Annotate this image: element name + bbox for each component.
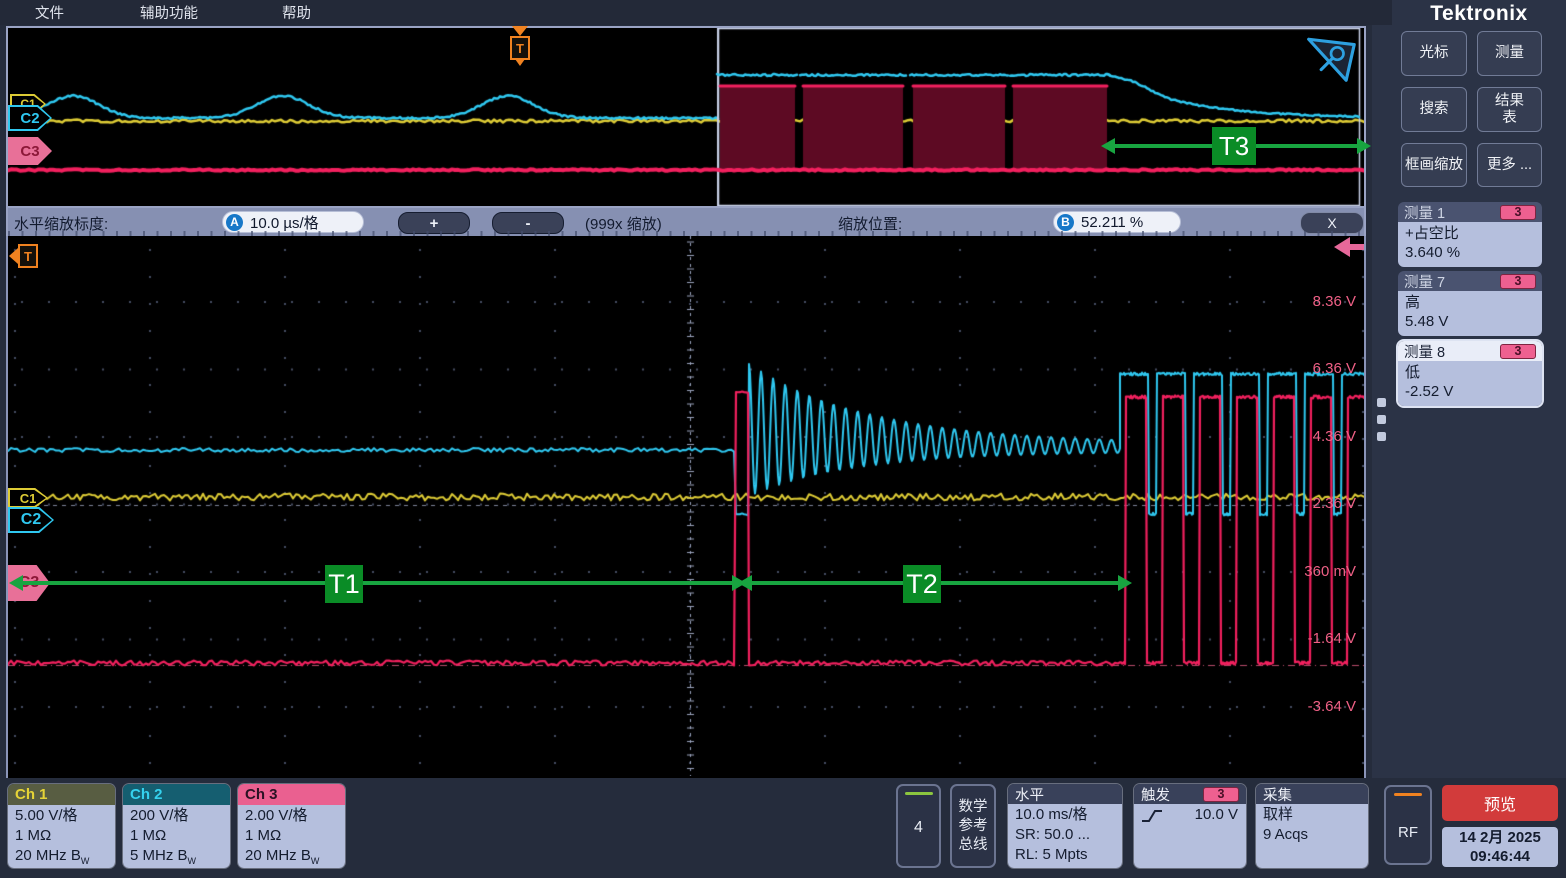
menu-help[interactable]: 帮助 xyxy=(282,2,311,23)
voltage-axis-label: -3.64 V xyxy=(1308,698,1356,716)
voltage-axis-label: -1.64 V xyxy=(1308,630,1356,648)
drag-dot-icon xyxy=(1377,415,1386,424)
close-zoom-button[interactable]: X xyxy=(1300,212,1364,234)
overview-waveform-canvas xyxy=(8,28,1364,206)
knob-a-icon: A xyxy=(226,214,243,231)
menu-file[interactable]: 文件 xyxy=(35,2,64,23)
main-waveform-canvas xyxy=(8,236,1364,776)
rf-accent-line xyxy=(1394,793,1422,796)
ch3-bandwidth: 20 MHz BW xyxy=(245,846,345,868)
acquisition-badge[interactable]: 采集 取样 9 Acqs xyxy=(1256,784,1368,868)
zoom-scale-knob-a[interactable]: A 10.0 µs/格 xyxy=(222,211,364,233)
measurement-badge-7[interactable]: 测量 7 3 高 5.48 V xyxy=(1398,271,1542,336)
measure-button[interactable]: 测量 xyxy=(1477,31,1542,76)
zoom-position-label: 缩放位置: xyxy=(838,213,902,234)
t2-annotation-label: T2 xyxy=(903,565,941,603)
measurement-badge-8[interactable]: 测量 8 3 低 -2.52 V xyxy=(1398,341,1542,406)
ch1-scale: 5.00 V/格 xyxy=(15,806,115,826)
preview-button[interactable]: 预览 xyxy=(1442,785,1558,821)
digital-accent-line xyxy=(905,792,933,795)
voltage-axis-label: 360 mV xyxy=(1304,563,1356,581)
ch1-impedance: 1 MΩ xyxy=(15,826,115,846)
trigger-indicator-arrow-icon xyxy=(9,248,18,264)
measurement-value: -2.52 V xyxy=(1405,382,1535,401)
measurement-name: 低 xyxy=(1405,363,1535,382)
channel-3-badge[interactable]: Ch 3 2.00 V/格 1 MΩ 20 MHz BW xyxy=(238,784,345,868)
measurement-value: 3.640 % xyxy=(1405,243,1535,262)
measurement-badge-1[interactable]: 测量 1 3 +占空比 3.640 % xyxy=(1398,202,1542,267)
drag-dot-icon xyxy=(1377,432,1386,441)
menu-bar: 文件 辅助功能 帮助 xyxy=(0,0,1566,25)
zoom-scale-label: 水平缩放标度: xyxy=(14,213,108,234)
zoom-factor-text: (999x 缩放) xyxy=(585,213,662,234)
datetime-display: 14 2月 2025 09:46:44 xyxy=(1442,827,1558,867)
acquisition-mode: 取样 xyxy=(1263,805,1368,825)
horizontal-badge[interactable]: 水平 10.0 ms/格 SR: 50.0 ... RL: 5 Mpts xyxy=(1008,784,1122,868)
zoom-in-button[interactable]: + xyxy=(398,212,470,234)
trigger-source-chip: 3 xyxy=(1203,787,1239,802)
results-table-button[interactable]: 结果表 xyxy=(1477,87,1542,132)
trigger-marker-tail-icon xyxy=(515,59,525,66)
voltage-axis-label: 8.36 V xyxy=(1313,293,1356,311)
rising-edge-icon xyxy=(1141,808,1163,824)
t1-arrow xyxy=(22,581,733,585)
zoom-window-edge-marker[interactable] xyxy=(1334,237,1364,257)
record-length: RL: 5 Mpts xyxy=(1015,845,1122,865)
zoom-position-value: 52.211 % xyxy=(1081,214,1143,231)
trigger-position-marker[interactable]: T xyxy=(510,26,530,66)
ch3-scale: 2.00 V/格 xyxy=(245,806,345,826)
horizontal-scale: 10.0 ms/格 xyxy=(1015,805,1122,825)
voltage-axis-label: 2.36 V xyxy=(1313,495,1356,513)
sample-rate: SR: 50.0 ... xyxy=(1015,825,1122,845)
knob-b-icon: B xyxy=(1057,214,1074,231)
ch1-bandwidth: 20 MHz BW xyxy=(15,846,115,868)
digital-channel-button[interactable]: 4 xyxy=(896,784,941,868)
main-graticule: T C1 C2 C3 8.36 V 6.36 V 4.36 V 2.36 V 3… xyxy=(6,236,1366,778)
zoom-overview-icon[interactable] xyxy=(1304,33,1358,83)
acquisition-count: 9 Acqs xyxy=(1263,825,1368,845)
ch3-impedance: 1 MΩ xyxy=(245,826,345,846)
channel-1-badge[interactable]: Ch 1 5.00 V/格 1 MΩ 20 MHz BW xyxy=(8,784,115,868)
ch2-scale: 200 V/格 xyxy=(130,806,230,826)
trigger-indicator-marker[interactable]: T xyxy=(9,244,38,268)
oscilloscope-app: 文件 辅助功能 帮助 C1 C2 C3 T T3 水平缩放标度: xyxy=(0,0,1566,878)
trigger-level: 10.0 V xyxy=(1195,805,1238,825)
ch2-impedance: 1 MΩ xyxy=(130,826,230,846)
brand-logo: Tektronix xyxy=(1392,2,1566,26)
voltage-axis-label: 6.36 V xyxy=(1313,360,1356,378)
time-text: 09:46:44 xyxy=(1470,847,1530,866)
trigger-marker-arrow-icon xyxy=(512,26,528,36)
channel-2-badge[interactable]: Ch 2 200 V/格 1 MΩ 5 MHz BW xyxy=(123,784,230,868)
zoom-control-bar: 水平缩放标度: A 10.0 µs/格 + - (999x 缩放) 缩放位置: … xyxy=(6,208,1366,236)
draw-a-box-button[interactable]: 框画缩放 xyxy=(1401,143,1467,187)
trigger-badge[interactable]: 触发 3 10.0 V xyxy=(1134,784,1246,868)
source-chip: 3 xyxy=(1500,274,1536,289)
more-button[interactable]: 更多 ... xyxy=(1477,143,1542,187)
menu-utility[interactable]: 辅助功能 xyxy=(140,2,198,23)
t1-annotation-label: T1 xyxy=(325,565,363,603)
zoom-out-button[interactable]: - xyxy=(492,212,564,234)
voltage-axis-label: 4.36 V xyxy=(1313,428,1356,446)
ch2-bandwidth: 5 MHz BW xyxy=(130,846,230,868)
zoom-position-knob-b[interactable]: B 52.211 % xyxy=(1053,211,1181,233)
cursor-button[interactable]: 光标 xyxy=(1401,31,1467,76)
bottom-bar: Ch 1 5.00 V/格 1 MΩ 20 MHz BW Ch 2 200 V/… xyxy=(0,778,1566,878)
sidebar: Tektronix 光标 测量 搜索 结果表 框画缩放 更多 ... 测量 1 … xyxy=(1392,0,1566,878)
measurement-name: +占空比 xyxy=(1405,224,1535,243)
pink-arrow-tail xyxy=(1350,244,1364,250)
search-button[interactable]: 搜索 xyxy=(1401,87,1467,132)
measurement-name: 高 xyxy=(1405,293,1535,312)
zoom-scale-value: 10.0 µs/格 xyxy=(250,212,319,233)
source-chip: 3 xyxy=(1500,205,1536,220)
measurement-value: 5.48 V xyxy=(1405,312,1535,331)
rf-button[interactable]: RF xyxy=(1384,785,1432,865)
pink-arrow-icon xyxy=(1334,237,1350,257)
source-chip: 3 xyxy=(1500,344,1536,359)
date-text: 14 2月 2025 xyxy=(1459,828,1541,847)
panel-divider-handle[interactable] xyxy=(1372,25,1392,878)
drag-dot-icon xyxy=(1377,398,1386,407)
math-ref-bus-button[interactable]: 数学 参考 总线 xyxy=(950,784,996,868)
t3-annotation-label: T3 xyxy=(1212,127,1256,165)
waveform-overview-panel: C1 C2 C3 T T3 xyxy=(6,26,1366,208)
